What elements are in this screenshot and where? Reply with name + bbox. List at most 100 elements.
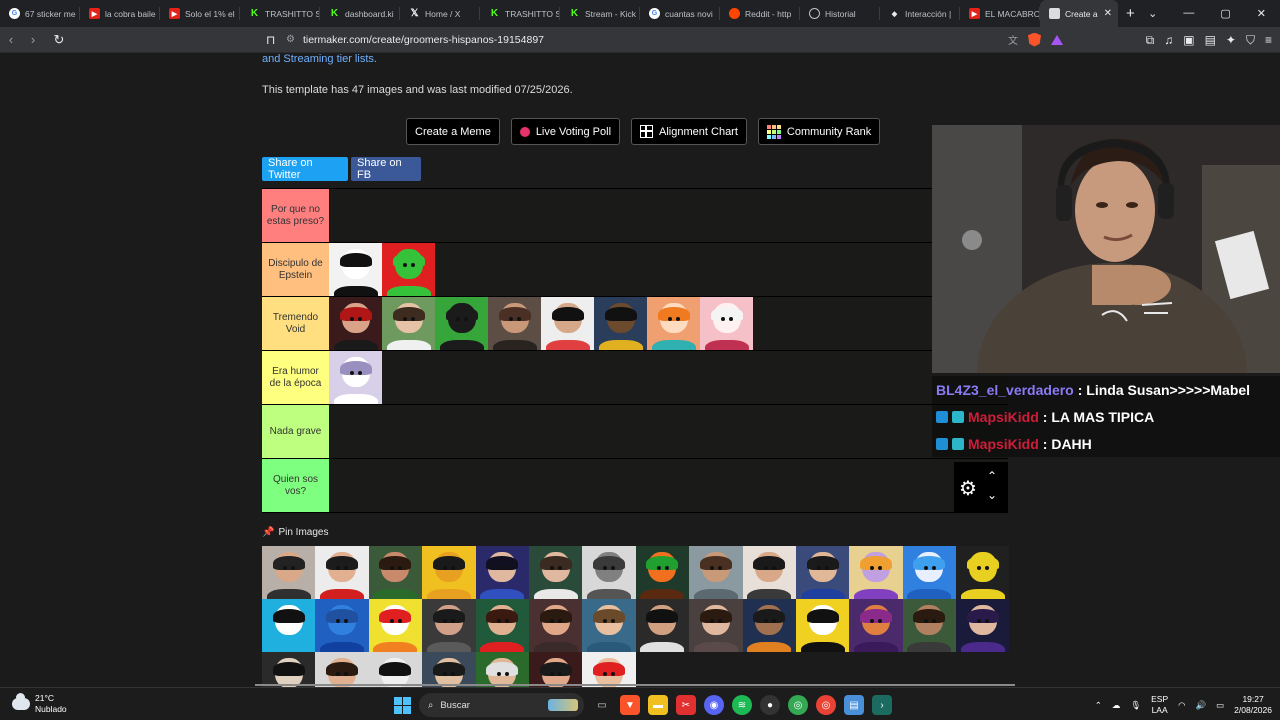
tier-image[interactable] bbox=[475, 599, 529, 652]
music-icon[interactable]: ♫ bbox=[1164, 33, 1173, 48]
tier-image[interactable] bbox=[956, 546, 1010, 599]
url-text[interactable]: tiermaker.com/create/groomers-hispanos-1… bbox=[303, 34, 544, 46]
brave-shields-icon[interactable] bbox=[1028, 32, 1041, 47]
tier-image[interactable] bbox=[382, 243, 435, 296]
notepad-icon[interactable]: ▤ bbox=[844, 695, 864, 715]
language-indicator[interactable]: ESP LAA bbox=[1151, 694, 1168, 716]
brave-rewards-icon[interactable] bbox=[1051, 34, 1063, 45]
alignment-chart-button[interactable]: Alignment Chart bbox=[631, 118, 747, 145]
file-explorer-icon[interactable]: ▬ bbox=[648, 695, 668, 715]
browser-tab[interactable]: ▶ Solo el 1% el bbox=[160, 0, 240, 27]
tab-search-icon[interactable]: ⌄ bbox=[1148, 7, 1157, 20]
task-view-icon[interactable]: ▭ bbox=[592, 695, 612, 715]
tier-image[interactable] bbox=[528, 599, 583, 652]
tier-image[interactable] bbox=[382, 297, 435, 350]
tier-image[interactable] bbox=[700, 297, 753, 350]
snipping-icon[interactable]: ✂ bbox=[676, 695, 696, 715]
tier-image[interactable] bbox=[315, 599, 369, 652]
tier-image[interactable] bbox=[582, 546, 636, 599]
browser-tab[interactable]: ▶ la cobra baile bbox=[80, 0, 160, 27]
chevron-down-icon[interactable]: ⌄ bbox=[987, 486, 997, 505]
vpn-icon[interactable]: ⛉ bbox=[1246, 33, 1255, 48]
browser-tab[interactable]: K TRASHITTO S bbox=[240, 0, 320, 27]
tier-image[interactable] bbox=[488, 297, 541, 350]
tier-drop-zone[interactable] bbox=[329, 351, 1008, 404]
browser-tab[interactable]: Reddit - http bbox=[720, 0, 800, 27]
tier-image[interactable] bbox=[329, 351, 382, 404]
tier-image[interactable] bbox=[849, 546, 903, 599]
browser-tab[interactable]: Gcuantas novi bbox=[640, 0, 720, 27]
weather-widget[interactable]: 21°C Nublado bbox=[0, 693, 200, 715]
tier-label[interactable]: Tremendo Void bbox=[262, 297, 329, 350]
browser-tab[interactable]: G 67 sticker me bbox=[0, 0, 80, 27]
tier-image[interactable] bbox=[795, 546, 850, 599]
tier-label[interactable]: Nada grave bbox=[262, 405, 329, 458]
tier-image[interactable] bbox=[582, 599, 636, 652]
clock[interactable]: 19:27 2/08/2026 bbox=[1234, 694, 1272, 716]
start-button[interactable] bbox=[394, 696, 411, 714]
chat-username[interactable]: BL4Z3_el_verdadero bbox=[936, 382, 1074, 398]
new-tab-icon[interactable]: + bbox=[1126, 5, 1135, 22]
back-icon[interactable]: ‹ bbox=[0, 32, 22, 47]
browser-tab[interactable]: Historial bbox=[800, 0, 880, 27]
reload-icon[interactable]: ↻ bbox=[48, 32, 70, 48]
bookmark-icon[interactable]: ⊓ bbox=[266, 33, 278, 47]
tier-image[interactable] bbox=[795, 599, 850, 652]
chrome-profile-icon[interactable]: ◎ bbox=[816, 695, 836, 715]
translate-icon[interactable]: 文 bbox=[1008, 32, 1018, 47]
create-meme-button[interactable]: Create a Meme bbox=[406, 118, 500, 145]
tier-drop-zone[interactable] bbox=[329, 189, 1008, 242]
tier-image[interactable] bbox=[262, 599, 316, 652]
tier-image[interactable] bbox=[742, 599, 796, 652]
tier-image[interactable] bbox=[541, 297, 594, 350]
taskbar-search[interactable]: ⌕ Buscar bbox=[419, 693, 584, 717]
tier-drop-zone[interactable] bbox=[329, 405, 1008, 458]
tier-image[interactable] bbox=[422, 652, 476, 687]
url-field[interactable]: ⊓ ⚙ tiermaker.com/create/groomers-hispan… bbox=[266, 29, 1006, 51]
intro-link[interactable]: and Streaming tier lists. bbox=[262, 53, 377, 65]
tier-image[interactable] bbox=[528, 546, 583, 599]
chat-username[interactable]: MapsiKidd bbox=[968, 409, 1039, 425]
tier-label[interactable]: Quien sos vos? bbox=[262, 459, 329, 512]
browser-tab[interactable]: Create a ✕ bbox=[1040, 0, 1118, 27]
tier-image[interactable] bbox=[647, 297, 700, 350]
tier-drop-zone[interactable] bbox=[329, 243, 1008, 296]
tier-image[interactable] bbox=[528, 652, 583, 687]
tier-image[interactable] bbox=[475, 652, 529, 687]
spotify-icon[interactable]: ≋ bbox=[732, 695, 752, 715]
tier-image[interactable] bbox=[368, 546, 423, 599]
browser-tab[interactable]: K Stream - Kick bbox=[560, 0, 640, 27]
site-info-icon[interactable]: ⚙ bbox=[286, 34, 295, 45]
discord-icon[interactable]: ◉ bbox=[704, 695, 724, 715]
tier-image[interactable] bbox=[635, 546, 690, 599]
tier-image[interactable] bbox=[956, 599, 1010, 652]
tier-image[interactable] bbox=[902, 546, 957, 599]
obs-icon[interactable]: ● bbox=[760, 695, 780, 715]
tier-image[interactable] bbox=[329, 243, 382, 296]
network-cloud-icon[interactable]: ☁ bbox=[1112, 700, 1121, 711]
tier-image[interactable] bbox=[368, 652, 423, 687]
tier-label[interactable]: Por que no estas preso? bbox=[262, 189, 329, 242]
live-voting-button[interactable]: Live Voting Poll bbox=[510, 118, 621, 145]
chat-username[interactable]: MapsiKidd bbox=[968, 436, 1039, 452]
tier-image[interactable] bbox=[902, 599, 957, 652]
tier-image[interactable] bbox=[422, 546, 476, 599]
settings-gear-icon[interactable]: ⚙ bbox=[959, 476, 977, 501]
brave-app-icon[interactable]: ▼ bbox=[620, 695, 640, 715]
tier-image[interactable] bbox=[315, 652, 369, 687]
tier-label[interactable]: Discipulo de Epstein bbox=[262, 243, 329, 296]
tier-image[interactable] bbox=[582, 652, 636, 687]
tier-image[interactable] bbox=[262, 652, 316, 687]
tier-image[interactable] bbox=[849, 599, 903, 652]
extensions-icon[interactable]: ⧉ bbox=[1146, 33, 1155, 48]
minimize-icon[interactable]: — bbox=[1183, 7, 1194, 20]
tier-image[interactable] bbox=[368, 599, 423, 652]
battery-icon[interactable]: ▭ bbox=[1216, 700, 1224, 711]
browser-tab[interactable]: Kdashboard.ki bbox=[320, 0, 400, 27]
terminal-icon[interactable]: › bbox=[872, 695, 892, 715]
tier-image[interactable] bbox=[475, 546, 529, 599]
tier-image[interactable] bbox=[435, 297, 488, 350]
tier-image[interactable] bbox=[742, 546, 796, 599]
wallet-icon[interactable]: ▤ bbox=[1205, 33, 1216, 48]
tier-drop-zone[interactable] bbox=[329, 459, 1008, 512]
